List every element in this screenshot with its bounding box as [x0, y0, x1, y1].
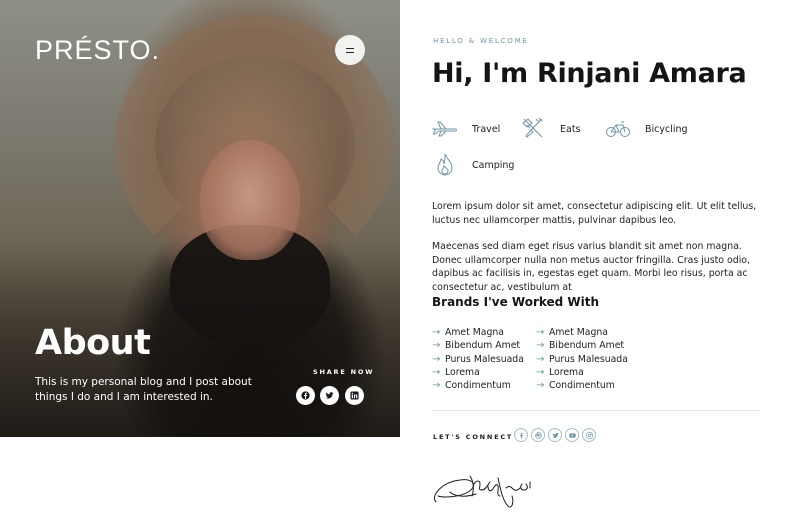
instagram-icon [585, 431, 593, 439]
menu-button[interactable] [335, 35, 365, 65]
linkedin-icon [350, 391, 359, 400]
interest-eats: Eats [520, 116, 581, 142]
share-facebook-button[interactable] [296, 386, 315, 405]
connect-label: LET'S CONNECT [433, 433, 514, 441]
bicycle-icon [606, 121, 630, 137]
arrow-right-icon: → [432, 327, 441, 339]
arrow-right-icon: → [536, 380, 545, 392]
hero-description: This is my personal blog and I post abou… [35, 376, 252, 403]
divider [432, 410, 760, 411]
signature-image [434, 475, 531, 508]
arrow-right-icon: → [432, 353, 441, 365]
share-label: SHARE NOW [313, 368, 375, 376]
flame-icon [437, 153, 453, 176]
twitter-icon [325, 392, 334, 399]
arrow-right-icon: → [432, 380, 441, 392]
brands-list-2: → Amet Magna → Bibendum Amet → Purus Malesu… [536, 326, 628, 392]
list-item: → Purus Malesuada [536, 353, 628, 365]
list-item: → Bibendum Amet [536, 340, 625, 352]
arrow-right-icon: → [536, 327, 545, 339]
list-item: → Purus Malesuada [432, 353, 524, 365]
greeting-label: HELLO & WELCOME [433, 37, 529, 45]
connect-youtube-link[interactable] [565, 428, 579, 442]
brands-title: Brands I've Worked With [432, 295, 600, 309]
hamburger-menu-icon [346, 47, 354, 53]
interest-label: Travel [472, 123, 501, 135]
interest-camping: Camping [432, 152, 514, 178]
arrow-right-icon: → [536, 367, 545, 379]
youtube-icon [568, 432, 576, 438]
arrow-right-icon: → [536, 353, 545, 365]
bio-paragraph-2: Maecenas sed diam eget risus varius blan… [432, 241, 751, 293]
arrow-right-icon: → [432, 340, 441, 352]
connect-dribbble-link[interactable] [531, 428, 545, 442]
facebook-icon [519, 432, 523, 439]
list-item: → Condimentum [536, 380, 615, 392]
interest-travel: Travel [432, 116, 500, 142]
share-twitter-button[interactable] [320, 386, 339, 405]
facebook-icon [301, 391, 310, 400]
interest-bicycling: Bicycling [605, 116, 688, 142]
interest-label: Eats [560, 123, 581, 135]
connect-instagram-link[interactable] [582, 428, 596, 442]
airplane-icon [432, 121, 458, 137]
page-title: About [35, 323, 151, 363]
interest-label: Camping [472, 159, 515, 171]
twitter-icon [551, 432, 559, 438]
brands-list-1: → Amet Magna → Bibendum Amet → Purus Malesu… [432, 326, 524, 392]
list-item: → Bibendum Amet [432, 340, 521, 352]
profile-name: Hi, I'm Rinjani Amara [432, 58, 747, 89]
list-item: → Lorema [432, 367, 480, 379]
connect-facebook-link[interactable] [514, 428, 528, 442]
list-item: → Condimentum [432, 380, 511, 392]
list-item: → Amet Magna [536, 327, 608, 339]
share-linkedin-button[interactable] [345, 386, 364, 405]
arrow-right-icon: → [432, 367, 441, 379]
dribbble-icon [534, 431, 542, 439]
list-item: → Lorema [536, 367, 584, 379]
list-item: → Amet Magna [432, 327, 504, 339]
connect-twitter-link[interactable] [548, 428, 562, 442]
bio-paragraph-1: Lorem ipsum dolor sit amet, consectetur … [432, 201, 757, 226]
fork-knife-icon [522, 117, 543, 138]
site-logo[interactable]: PRÉSTO. [35, 35, 160, 66]
arrow-right-icon: → [536, 340, 545, 352]
interest-label: Bicycling [645, 123, 688, 135]
